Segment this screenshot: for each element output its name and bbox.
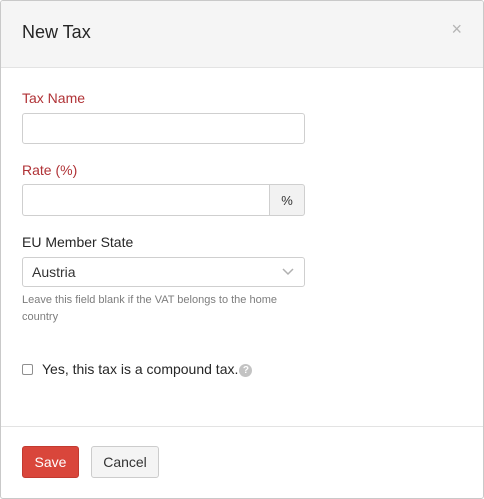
rate-input[interactable] (22, 184, 269, 216)
save-button[interactable]: Save (22, 446, 79, 478)
eu-member-state-help: Leave this field blank if the VAT belong… (22, 294, 277, 323)
new-tax-dialog: New Tax × Tax Name Rate (%) % EU Member … (0, 0, 484, 499)
eu-member-state-label: EU Member State (22, 234, 134, 250)
cancel-button[interactable]: Cancel (91, 446, 159, 478)
eu-member-state-select[interactable]: Austria (22, 257, 305, 287)
compound-tax-label[interactable]: Yes, this tax is a compound tax.? (42, 361, 253, 377)
selected-country: Austria (32, 264, 76, 280)
tax-name-label: Tax Name (22, 90, 86, 106)
dialog-header: New Tax × (1, 1, 483, 68)
compound-tax-checkbox[interactable] (22, 363, 33, 375)
question-icon[interactable]: ? (239, 364, 253, 377)
compound-tax-row: Yes, this tax is a compound tax.? (22, 361, 253, 377)
rate-input-group: % (22, 184, 305, 216)
close-icon[interactable]: × (451, 20, 462, 38)
dialog-footer: Save Cancel (1, 426, 483, 498)
chevron-down-icon (282, 268, 294, 276)
dialog-title: New Tax (22, 22, 91, 42)
tax-name-input[interactable] (22, 113, 305, 144)
percent-addon: % (269, 184, 305, 216)
rate-label: Rate (%) (22, 162, 78, 178)
